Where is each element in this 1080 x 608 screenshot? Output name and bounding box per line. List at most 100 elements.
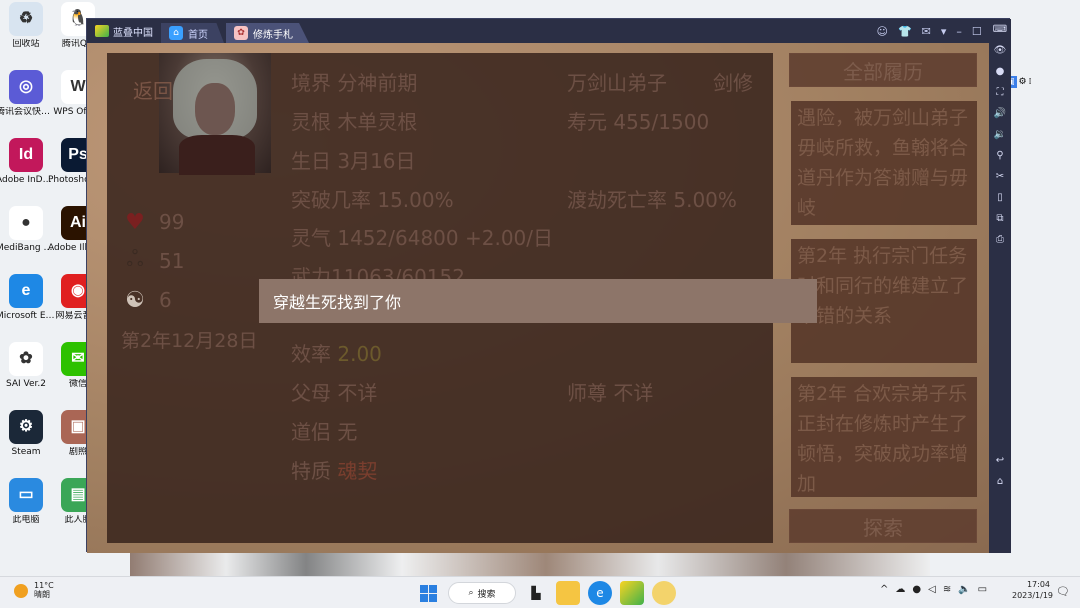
trait-label: 特质	[291, 459, 331, 483]
clock-date: 2023/1/19	[1012, 590, 1054, 600]
efficiency-value: 2.00	[337, 342, 382, 366]
weather-desc: 晴朗	[34, 589, 50, 599]
system-tray: ^ ☁ ● ◁ ≋ 🔈 ▭	[880, 584, 987, 595]
tab-home-label: 首页	[188, 29, 208, 41]
stamina-value: 51	[159, 249, 185, 273]
home-icon[interactable]: ⌂	[993, 475, 1007, 487]
lifespan-value: 455/1500	[613, 110, 710, 134]
clock-time: 17:04	[1026, 580, 1050, 589]
taskbar-apps: ⌕ 搜索 ▙ e	[416, 581, 676, 605]
tribulation-label: 渡劫死亡率	[567, 188, 667, 212]
all-history-button[interactable]: 全部履历	[789, 53, 977, 87]
shirt-icon[interactable]: 👕	[898, 25, 912, 38]
dropdown-icon[interactable]: ▾	[941, 25, 947, 38]
this-pc-icon: ▭	[9, 478, 43, 512]
heart-icon: ♥	[125, 209, 145, 235]
tab-game-label: 修炼手札	[253, 29, 293, 41]
tray-icon[interactable]: ◁	[928, 584, 936, 595]
location-icon[interactable]: ⚲	[993, 149, 1007, 161]
back-icon[interactable]: ↩	[993, 454, 1007, 466]
mail-icon[interactable]: ✉	[922, 25, 931, 38]
float-dots[interactable]: ⁞	[1029, 77, 1032, 87]
tab-home[interactable]: ⌂ 首页	[161, 23, 224, 43]
account-icon[interactable]: ☺	[876, 25, 887, 38]
taskbar: 11°C 晴朗 ⌕ 搜索 ▙ e ^ ☁ ● ◁ ≋ 🔈 ▭ 17:04 2023/1/19…	[0, 576, 1080, 608]
volume-up-icon[interactable]: 🔊	[993, 107, 1007, 119]
game-screen[interactable]: 返回 境界 分神前期 万剑山弟子 剑修 灵根 木单灵根 寿元 455/1500 …	[87, 43, 989, 553]
history-event: 遇险，被万剑山弟子毋岐所救，鱼翰将合道丹作为答谢赠与毋岐	[791, 101, 977, 225]
tray-icon[interactable]: ●	[912, 584, 921, 595]
file-explorer-icon[interactable]	[556, 581, 580, 605]
yin-yang-icon: ☯	[125, 287, 145, 313]
parents-label: 父母	[291, 381, 331, 405]
game-tab-icon: ✿	[234, 26, 248, 40]
trait-value[interactable]: 魂契	[337, 459, 377, 483]
breakthrough-label: 突破几率	[291, 188, 371, 212]
tray-icon[interactable]: ^	[880, 584, 888, 595]
breakthrough-row: 突破几率 15.00%	[291, 184, 454, 213]
notification-icon[interactable]: 🗨	[1056, 585, 1070, 598]
partner-label: 道侣	[291, 420, 331, 444]
lifespan-row: 寿元 455/1500	[567, 106, 709, 135]
bluestacks-logo-icon	[95, 25, 109, 37]
efficiency-label: 效率	[291, 342, 331, 366]
medibang-icon: ●	[9, 206, 43, 240]
tencent-meeting-icon: ◎	[9, 70, 43, 104]
record-icon[interactable]: ●	[993, 65, 1007, 77]
spirit-label: 灵气	[291, 226, 331, 250]
edge-icon[interactable]: e	[588, 581, 612, 605]
root-label: 灵根	[291, 110, 331, 134]
weather-widget[interactable]: 11°C 晴朗	[14, 581, 54, 600]
tray-icon[interactable]: ☁	[895, 584, 905, 595]
bluestacks-icon[interactable]	[620, 581, 644, 605]
explore-button[interactable]: 探索	[789, 509, 977, 543]
master-row: 师尊 不详	[567, 377, 653, 406]
tray-icon[interactable]: ▭	[978, 584, 987, 595]
keyboard-icon[interactable]: ⌨	[993, 23, 1007, 35]
tab-game[interactable]: ✿ 修炼手札	[226, 23, 309, 43]
health-value: 99	[159, 210, 185, 234]
edge-icon: e	[9, 274, 43, 308]
partner-value: 无	[337, 420, 358, 444]
character-portrait	[159, 53, 271, 175]
float-icon[interactable]: ⚙	[1019, 77, 1027, 87]
history-event: 第2年 合欢宗弟子乐正封在修炼时产生了顿悟，突破成功率增加	[791, 377, 977, 497]
class-text: 剑修	[713, 71, 753, 95]
tribulation-row: 渡劫死亡率 5.00%	[567, 184, 737, 213]
fullscreen-icon[interactable]: ⛶	[993, 86, 1007, 98]
search-label: 搜索	[477, 589, 496, 600]
emulator-logo[interactable]: 蓝叠中国	[87, 19, 161, 43]
realm-row: 境界 分神前期	[291, 67, 417, 96]
home-tab-icon: ⌂	[169, 26, 183, 40]
sect-text: 万剑山弟子	[567, 71, 667, 95]
realm-value: 分神前期	[337, 71, 418, 95]
clock[interactable]: 17:04 2023/1/19	[1012, 580, 1054, 602]
multi-instance-icon[interactable]: ⧉	[993, 212, 1007, 224]
maximize-icon[interactable]: ☐	[972, 25, 982, 38]
scissors-icon[interactable]: ✂	[993, 170, 1007, 182]
master-label: 师尊	[567, 381, 607, 405]
app-icon[interactable]	[652, 581, 676, 605]
spirit-row: 灵气 1452/64800 +2.00/日	[291, 222, 553, 251]
task-view-icon[interactable]: ▙	[524, 581, 548, 605]
tribulation-value: 5.00%	[673, 188, 737, 212]
eye-icon[interactable]: 👁	[993, 44, 1007, 56]
birthday-value: 3月16日	[337, 149, 416, 173]
recycle-bin-icon: ♻	[9, 2, 43, 36]
shake-icon[interactable]: ▯	[993, 191, 1007, 203]
volume-down-icon[interactable]: 🔉	[993, 128, 1007, 140]
partner-row: 道侣 无	[291, 416, 357, 445]
karma-value: 6	[159, 288, 172, 312]
root-value: 木单灵根	[337, 110, 418, 134]
back-button[interactable]: 返回	[133, 75, 173, 104]
tray-icon[interactable]: ≋	[943, 584, 951, 595]
emulator-window: 蓝叠中国 ⌂ 首页 ✿ 修炼手札 ☺👕✉▾–☐✕ 返回 境界 分神前期 万剑山弟…	[86, 18, 1011, 553]
start-icon[interactable]	[416, 581, 440, 605]
search-icon: ⌕	[468, 588, 474, 598]
emulator-sidebar: ⌨ 👁 ● ⛶ 🔊 🔉 ⚲ ✂ ▯ ⧉ ⎙ ↩ ⌂	[989, 19, 1011, 553]
search-button[interactable]: ⌕ 搜索	[448, 582, 516, 604]
minimize-icon[interactable]: –	[956, 25, 962, 38]
screenshot-icon[interactable]: ⎙	[993, 233, 1007, 245]
tray-icon[interactable]: 🔈	[958, 584, 970, 595]
root-row: 灵根 木单灵根	[291, 106, 417, 135]
